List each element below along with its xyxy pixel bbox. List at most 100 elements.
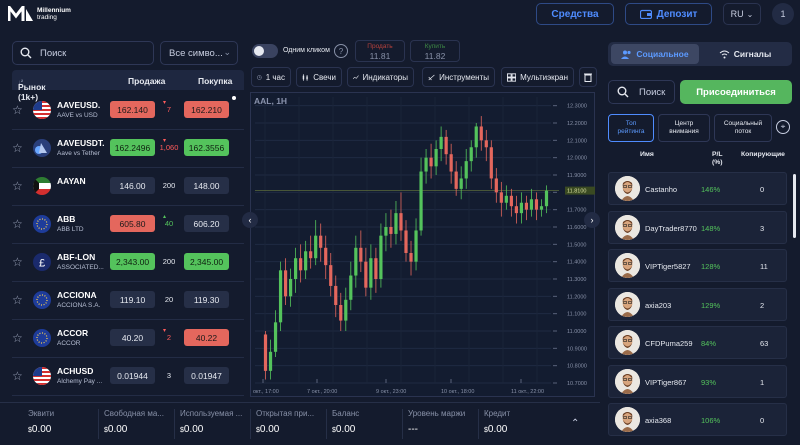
language-label: RU [730, 9, 744, 19]
candle-body [364, 261, 368, 288]
chart-next-button[interactable]: › [584, 212, 600, 228]
market-search-input[interactable]: Поиск [12, 41, 154, 65]
filter-social-feed[interactable]: Социальный поток [714, 114, 772, 142]
one-click-toggle[interactable] [252, 44, 278, 58]
sell-price-button[interactable]: 605.80 [110, 215, 155, 232]
trader-row[interactable]: VIPTiger867 93% 1 [608, 364, 787, 398]
buy-price-button[interactable]: 162.3556 [184, 139, 229, 156]
candle-body [539, 206, 544, 210]
sell-price-button[interactable]: 40.20 [110, 329, 155, 346]
star-icon[interactable]: ☆ [12, 103, 23, 117]
market-row[interactable]: ☆ AAYAN 146.00 200 148.00 [12, 168, 244, 206]
trader-search-input[interactable]: Поиск [608, 80, 675, 104]
chart-type-button[interactable]: Свечи [296, 67, 342, 87]
sell-price-button[interactable]: 162.2496 [110, 139, 155, 156]
indicators-label: Индикаторы [362, 72, 408, 82]
multiscreen-button[interactable]: Мультиэкран [501, 67, 574, 87]
price-chart[interactable]: 12.300012.200012.100012.000011.900011.80… [250, 92, 595, 397]
candle-body [504, 195, 508, 203]
instrument-symbol: AAVEUSD. [57, 100, 101, 110]
market-row[interactable]: ☆ ACCIONA ACCIONA S.A. 119.10 20 119.30 [12, 282, 244, 320]
sell-price-button[interactable]: 119.10 [110, 291, 155, 308]
help-icon[interactable]: ? [334, 44, 348, 58]
buy-price-button[interactable]: 606.20 [184, 215, 229, 232]
filter-spotlight[interactable]: Центр внимания [658, 114, 710, 142]
market-row[interactable]: ☆ AAVEUSD. AAVE vs USD 162.140 ▾ 7 162.210 [12, 92, 244, 130]
col-market[interactable]: Рынок (1k+) ↓² [18, 76, 46, 102]
buy-price-button[interactable]: 119.30 [184, 291, 229, 308]
sell-price-button[interactable]: 162.140 [110, 101, 155, 118]
trader-row[interactable]: CFDPuma259 84% 63 [608, 326, 787, 359]
y-tick-label: 11.0000 [567, 329, 586, 335]
trader-row[interactable]: DayTrader8770 148% 3 [608, 210, 787, 244]
market-row[interactable]: ☆ ABB ABB LTD 605.80 ▴ 40 606.20 [12, 206, 244, 244]
join-button[interactable]: Присоединиться [680, 80, 792, 104]
market-row[interactable]: ☆ AAVEUSDT. Aave vs Tether 162.2496 ▾ 1,060 16… [12, 130, 244, 168]
expand-account-button[interactable]: ⌃ [571, 418, 579, 429]
sell-price-button[interactable]: 146.00 [110, 177, 155, 194]
buy-price-button[interactable]: 162.210 [184, 101, 229, 118]
candle-body [344, 299, 348, 321]
tab-social[interactable]: Социальное [611, 44, 699, 64]
buy-price-button[interactable]: 2,345.00 [184, 253, 229, 270]
market-row[interactable]: ☆ £ ABF-LON ASSOCIATED... 2,343.00 200 2,345.0… [12, 244, 244, 282]
brand-subname: trading [37, 14, 57, 21]
tools-button[interactable]: Инструменты [422, 67, 495, 87]
tab-signals[interactable]: Сигналы [701, 44, 789, 64]
language-select[interactable]: RU ⌄ [723, 3, 761, 25]
filter-top-rated[interactable]: Топ рейтинга [608, 114, 654, 142]
buy-price-button[interactable]: 40.22 [184, 329, 229, 346]
candle-body [514, 206, 518, 214]
star-icon[interactable]: ☆ [12, 179, 23, 193]
market-row[interactable]: ☆ ACCOR ACCOR 40.20 ▾ 2 40.22 [12, 320, 244, 358]
market-row[interactable]: ☆ ACHUSD Alchemy Pay ... 0.01944 3 0.01947 [12, 358, 244, 396]
trash-icon [584, 73, 592, 82]
brand-logo[interactable]: Millennium trading [8, 6, 71, 22]
deposit-button[interactable]: Депозит [625, 3, 712, 25]
star-icon[interactable]: ☆ [12, 331, 23, 345]
metric-value: 0.00 [259, 424, 280, 435]
timeframe-button[interactable]: 1 час [251, 67, 291, 87]
candle-body [424, 157, 428, 172]
divider [326, 409, 327, 439]
sell-price-button[interactable]: 0.01944 [110, 367, 155, 384]
buy-price-button[interactable]: 0.01947 [184, 367, 229, 384]
instrument-flag-icon [33, 367, 51, 385]
chart-prev-button[interactable]: ‹ [242, 212, 258, 228]
star-icon[interactable]: ☆ [12, 293, 23, 307]
svg-text:£: £ [39, 258, 45, 270]
trader-row[interactable]: axia368 106% 0 [608, 403, 787, 436]
trader-row[interactable]: axia203 129% 2 [608, 287, 787, 321]
star-icon[interactable]: ☆ [12, 217, 23, 231]
sell-price-button[interactable]: 2,343.00 [110, 253, 155, 270]
y-tick-label: 11.2000 [567, 294, 586, 300]
star-icon[interactable]: ☆ [12, 255, 23, 269]
candle-body [414, 230, 418, 262]
y-tick-label: 10.7000 [567, 381, 587, 387]
notifications-button[interactable]: 1 [772, 3, 794, 25]
trader-row[interactable]: Castanho 146% 0 [608, 172, 787, 205]
spread-value: 200 [158, 257, 180, 266]
delete-button[interactable] [579, 67, 597, 87]
y-tick-label: 11.1000 [567, 312, 586, 318]
explore-icon[interactable]: ⌖ [776, 120, 790, 134]
trader-list-scrollbar[interactable] [793, 174, 796, 238]
instrument-flag-icon [33, 329, 51, 347]
market-panel: Поиск Все симво... ⌄ Рынок (1k+) ↓² Прод… [0, 30, 246, 434]
divider [250, 409, 251, 439]
candle-body [384, 227, 388, 236]
sell-price-button[interactable]: Продать 11.81 [355, 40, 405, 62]
buy-price-button[interactable]: 148.00 [184, 177, 229, 194]
symbol-filter-select[interactable]: Все симво... ⌄ [160, 41, 238, 65]
chart-canvas[interactable]: 12.300012.200012.100012.000011.900011.80… [251, 93, 596, 398]
star-icon[interactable]: ☆ [12, 369, 23, 383]
metric-value: 0.00 [183, 424, 204, 435]
candle-body [439, 136, 443, 149]
star-icon[interactable]: ☆ [12, 141, 23, 155]
buy-price-button[interactable]: Купить 11.82 [410, 40, 460, 62]
indicators-button[interactable]: Индикаторы [347, 67, 414, 87]
trader-row[interactable]: VIPTiger5827 128% 11 [608, 249, 787, 282]
funds-button[interactable]: Средства [536, 3, 614, 25]
divider [402, 409, 403, 439]
timeframe-label: 1 час [265, 72, 285, 82]
